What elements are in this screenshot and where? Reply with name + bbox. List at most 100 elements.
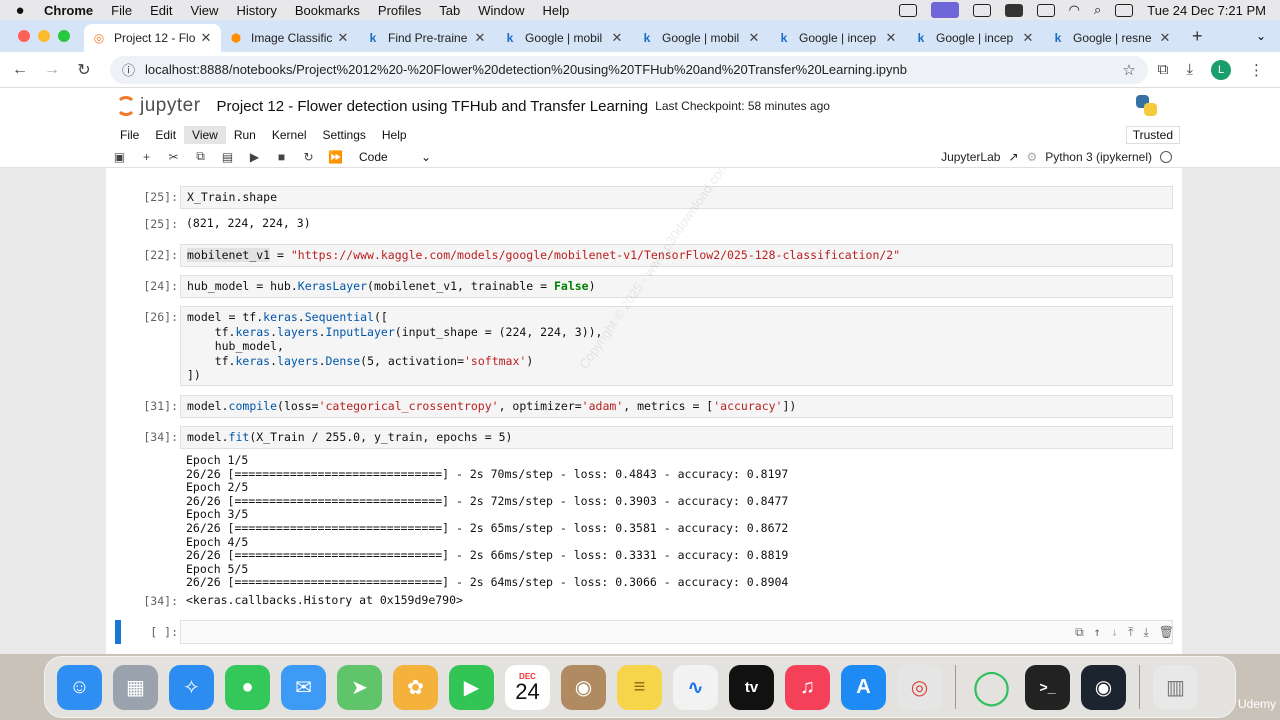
menubar-bookmarks[interactable]: Bookmarks (286, 3, 369, 18)
bookmark-star-icon[interactable]: ☆ (1122, 61, 1135, 79)
code-cell[interactable]: [31]: model.compile(loss='categorical_cr… (106, 395, 1182, 419)
cut-icon[interactable]: ✂ (160, 150, 187, 164)
run-icon[interactable]: ▶ (241, 150, 268, 164)
photos-icon[interactable]: ✿ (393, 664, 438, 710)
browser-tab-kaggle[interactable]: k Google | resne ✕ (1043, 24, 1180, 52)
extensions-icon[interactable]: ⧉ (1158, 61, 1169, 78)
close-tab-icon[interactable]: ✕ (199, 30, 213, 46)
cell-type-select[interactable]: Code ⌄ (359, 150, 431, 164)
chrome-icon[interactable]: ◎ (897, 664, 942, 710)
close-tab-icon[interactable]: ✕ (336, 30, 350, 46)
active-code-cell[interactable]: [ ]: ⧉ ↑ ↓ ⤒ ⤓ 🗑 (106, 620, 1182, 644)
close-tab-icon[interactable]: ✕ (610, 30, 624, 46)
code-editor[interactable]: model = tf.keras.Sequential([ tf.keras.l… (180, 306, 1173, 386)
menubar-clock[interactable]: Tue 24 Dec 7:21 PM (1147, 3, 1266, 18)
close-tab-icon[interactable]: ✕ (1021, 30, 1035, 46)
menubar-tab[interactable]: Tab (430, 3, 469, 18)
menubar-history[interactable]: History (227, 3, 285, 18)
notes-icon[interactable]: ≡ (617, 664, 662, 710)
url-text[interactable]: localhost:8888/notebooks/Project%2012%20… (145, 62, 1122, 77)
menubar-help[interactable]: Help (534, 3, 579, 18)
site-info-icon[interactable]: ⓘ (122, 60, 135, 79)
code-editor[interactable]: model.compile(loss='categorical_crossent… (180, 395, 1173, 418)
menubar-window[interactable]: Window (469, 3, 533, 18)
close-tab-icon[interactable]: ✕ (473, 30, 487, 46)
code-editor[interactable]: X_Train.shape (180, 186, 1173, 209)
browser-tab-jupyter[interactable]: ◎ Project 12 - Flo ✕ (84, 24, 221, 52)
jupyter-menu-file[interactable]: File (112, 126, 147, 144)
external-link-icon[interactable]: ↗ (1008, 150, 1018, 164)
window-status-icon[interactable] (972, 3, 991, 17)
calendar-icon[interactable]: DEC 24 (505, 664, 550, 710)
new-tab-button[interactable]: + (1180, 26, 1215, 47)
menubar-view[interactable]: View (181, 3, 227, 18)
duplicate-cell-icon[interactable]: ⧉ (1075, 625, 1084, 640)
insert-cell-icon[interactable]: + (133, 150, 160, 164)
zoom-window-button[interactable] (58, 30, 70, 42)
a-status-icon[interactable] (1004, 3, 1023, 17)
jupyter-menu-edit[interactable]: Edit (147, 126, 184, 144)
address-bar[interactable]: ⓘ localhost:8888/notebooks/Project%2012%… (110, 55, 1148, 84)
restart-icon[interactable]: ↻ (295, 150, 322, 164)
kernel-name[interactable]: Python 3 (ipykernel) (1045, 150, 1152, 164)
tab-search-icon[interactable]: ⌄ (1256, 29, 1280, 43)
stop-icon[interactable]: ■ (268, 150, 295, 164)
screen-share-status-icon[interactable] (930, 2, 959, 18)
code-cell[interactable]: [24]: hub_model = hub.KerasLayer(mobilen… (106, 275, 1182, 299)
close-window-button[interactable] (18, 30, 30, 42)
safari-icon[interactable]: ✧ (169, 664, 214, 710)
obs-status-icon[interactable] (898, 3, 917, 17)
jupyter-menu-kernel[interactable]: Kernel (264, 126, 315, 144)
code-cell[interactable]: [25]: X_Train.shape (106, 186, 1182, 210)
minimize-window-button[interactable] (38, 30, 50, 42)
browser-tab-tfhub[interactable]: ⬢ Image Classific ✕ (221, 24, 358, 52)
pycharm-icon[interactable]: ◯ (969, 665, 1014, 710)
back-button[interactable]: ← (4, 61, 36, 79)
delete-cell-icon[interactable]: 🗑 (1159, 625, 1174, 640)
appstore-icon[interactable]: A (841, 664, 886, 710)
wifi-icon[interactable]: ◠ (1069, 2, 1080, 18)
notebook-area[interactable]: [25]: X_Train.shape [25]: (821, 224, 224… (106, 168, 1182, 654)
control-center-icon[interactable] (1115, 3, 1134, 17)
maps-icon[interactable]: ➤ (337, 664, 382, 710)
browser-tab-kaggle[interactable]: k Google | mobil ✕ (495, 24, 632, 52)
copy-icon[interactable]: ⧉ (187, 149, 214, 164)
code-cell[interactable]: [34]: model.fit(X_Train / 255.0, y_train… (106, 426, 1182, 450)
facetime-icon[interactable]: ▶ (449, 664, 494, 710)
restart-run-all-icon[interactable]: ⏩ (322, 150, 349, 164)
jupyter-menu-view[interactable]: View (184, 126, 226, 144)
jupyter-menu-settings[interactable]: Settings (315, 126, 374, 144)
browser-tab-kaggle[interactable]: k Google | incep ✕ (769, 24, 906, 52)
code-editor[interactable] (180, 620, 1173, 644)
finder-icon[interactable]: ☺ (57, 664, 102, 710)
jupyter-menu-run[interactable]: Run (226, 126, 264, 144)
obs-icon[interactable]: ◉ (1081, 664, 1126, 710)
freeform-icon[interactable]: ∿ (673, 664, 718, 710)
jupyter-menu-help[interactable]: Help (374, 126, 415, 144)
reload-button[interactable]: ↻ (68, 60, 100, 80)
close-tab-icon[interactable]: ✕ (747, 30, 761, 46)
insert-above-icon[interactable]: ⤒ (1128, 625, 1133, 640)
jupyter-logo[interactable]: jupyter (116, 95, 201, 117)
battery-icon[interactable] (1036, 3, 1055, 17)
terminal-icon[interactable]: >_ (1025, 664, 1070, 710)
menubar-file[interactable]: File (102, 3, 141, 18)
code-editor[interactable]: hub_model = hub.KerasLayer(mobilenet_v1,… (180, 275, 1173, 298)
close-tab-icon[interactable]: ✕ (884, 30, 898, 46)
trusted-indicator[interactable]: Trusted (1125, 126, 1180, 144)
mail-icon[interactable]: ✉ (281, 664, 326, 710)
paste-icon[interactable]: ▤ (214, 150, 241, 164)
close-tab-icon[interactable]: ✕ (1158, 30, 1172, 46)
download-icon[interactable]: ⤓ (1186, 61, 1193, 78)
appletv-icon[interactable]: tv (729, 664, 774, 710)
apple-icon[interactable]: ● (0, 2, 40, 19)
code-editor[interactable]: model.fit(X_Train / 255.0, y_train, epoc… (180, 426, 1173, 449)
notebook-title[interactable]: Project 12 - Flower detection using TFHu… (217, 98, 649, 115)
music-icon[interactable]: ♫ (785, 664, 830, 710)
settings-gear-icon[interactable]: ⚙ (1027, 150, 1038, 164)
browser-tab-kaggle[interactable]: k Google | mobil ✕ (632, 24, 769, 52)
move-up-icon[interactable]: ↑ (1094, 625, 1101, 640)
insert-below-icon[interactable]: ⤓ (1143, 625, 1148, 640)
code-cell[interactable]: [26]: model = tf.keras.Sequential([ tf.k… (106, 306, 1182, 387)
messages-icon[interactable]: ● (225, 664, 270, 710)
